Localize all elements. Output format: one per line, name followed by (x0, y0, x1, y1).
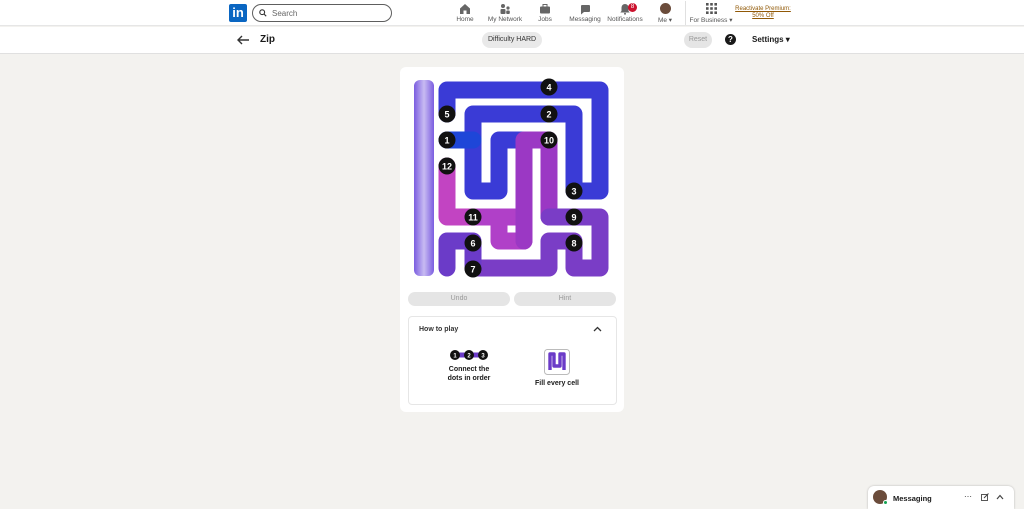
number-node-2[interactable]: 2 (540, 105, 558, 123)
messaging-dock[interactable]: Messaging ⋯ (868, 486, 1014, 509)
back-arrow-icon[interactable] (236, 33, 250, 47)
search-icon (259, 9, 267, 17)
how-to-play-title: How to play (419, 326, 459, 333)
search-input[interactable]: Search (252, 4, 392, 22)
nav-home-label: Home (456, 16, 474, 23)
number-label: 2 (546, 110, 551, 120)
search-placeholder: Search (272, 8, 298, 18)
jobs-icon (539, 2, 551, 15)
help-icon[interactable]: ? (725, 34, 736, 45)
chevron-up-icon[interactable] (593, 326, 602, 332)
number-label: 4 (546, 83, 551, 93)
nav-notifications-label: Notifications (607, 16, 643, 23)
settings-dropdown[interactable]: Settings ▾ (752, 35, 790, 44)
settings-label: Settings (752, 35, 784, 44)
difficulty-badge: Difficulty HARD (482, 32, 543, 48)
number-label: 10 (544, 136, 554, 146)
step-fill-caption: Fill every cell (535, 380, 579, 387)
number-label: 1 (444, 136, 449, 146)
messaging-icon (579, 2, 591, 15)
fill-cells-icon (544, 349, 570, 375)
nav-my-network-label: My Network (487, 16, 523, 23)
number-label: 11 (468, 213, 478, 223)
nav-divider (685, 1, 686, 25)
grid-icon (705, 2, 717, 15)
top-navbar: in Search Home My Network Jobs Messaging… (0, 0, 1024, 26)
step-fill-cells: Fill every cell (535, 349, 579, 388)
number-label: 12 (442, 162, 452, 172)
nav-for-business[interactable]: For Business ▾ (688, 2, 734, 24)
chevron-up-icon[interactable] (996, 494, 1004, 500)
nav-me[interactable]: Me ▾ (642, 2, 688, 24)
number-label: 8 (571, 239, 576, 249)
home-icon (459, 2, 471, 15)
messaging-label: Messaging (893, 494, 932, 503)
number-label: 7 (470, 265, 475, 275)
nav-for-business-label: For Business ▾ (689, 17, 733, 24)
number-node-4[interactable]: 4 (540, 78, 558, 96)
connect-dots-icon: 1 2 3 (450, 350, 488, 360)
more-icon[interactable]: ⋯ (964, 492, 972, 501)
reset-button[interactable]: Reset (684, 32, 712, 48)
zip-board[interactable]: 123456789101112 (412, 78, 612, 278)
number-label: 5 (444, 110, 449, 120)
number-label: 3 (571, 187, 576, 197)
number-node-12[interactable]: 12 (438, 157, 456, 175)
number-node-9[interactable]: 9 (565, 208, 583, 226)
linkedin-logo[interactable]: in (229, 4, 247, 22)
how-to-play-panel: How to play 1 2 3 Connect the dots in or… (408, 316, 617, 405)
avatar (659, 2, 671, 15)
step-connect-caption: Connect the dots in order (447, 366, 491, 382)
online-status-dot (883, 500, 888, 505)
number-label: 9 (571, 213, 576, 223)
number-node-11[interactable]: 11 (464, 208, 482, 226)
nav-me-label: Me ▾ (657, 17, 673, 24)
number-node-6[interactable]: 6 (464, 234, 482, 252)
number-label: 6 (470, 239, 475, 249)
undo-button[interactable]: Undo (408, 292, 510, 306)
nav-jobs-label: Jobs (538, 16, 552, 23)
network-icon (499, 2, 511, 15)
number-node-5[interactable]: 5 (438, 105, 456, 123)
number-node-10[interactable]: 10 (540, 131, 558, 149)
number-node-8[interactable]: 8 (565, 234, 583, 252)
notification-badge: 8 (628, 3, 637, 12)
number-node-1[interactable]: 1 (438, 131, 456, 149)
compose-icon[interactable] (981, 493, 989, 501)
nav-messaging-label: Messaging (569, 16, 601, 23)
number-node-3[interactable]: 3 (565, 182, 583, 200)
step-connect-dots: 1 2 3 Connect the dots in order (447, 349, 491, 383)
reactivate-premium-link[interactable]: Reactivate Premium: 50% Off (735, 6, 791, 20)
hint-button[interactable]: Hint (514, 292, 616, 306)
game-title: Zip (260, 34, 275, 45)
number-node-7[interactable]: 7 (464, 260, 482, 278)
game-header: Zip Difficulty HARD Reset ? Settings ▾ (0, 27, 1024, 54)
